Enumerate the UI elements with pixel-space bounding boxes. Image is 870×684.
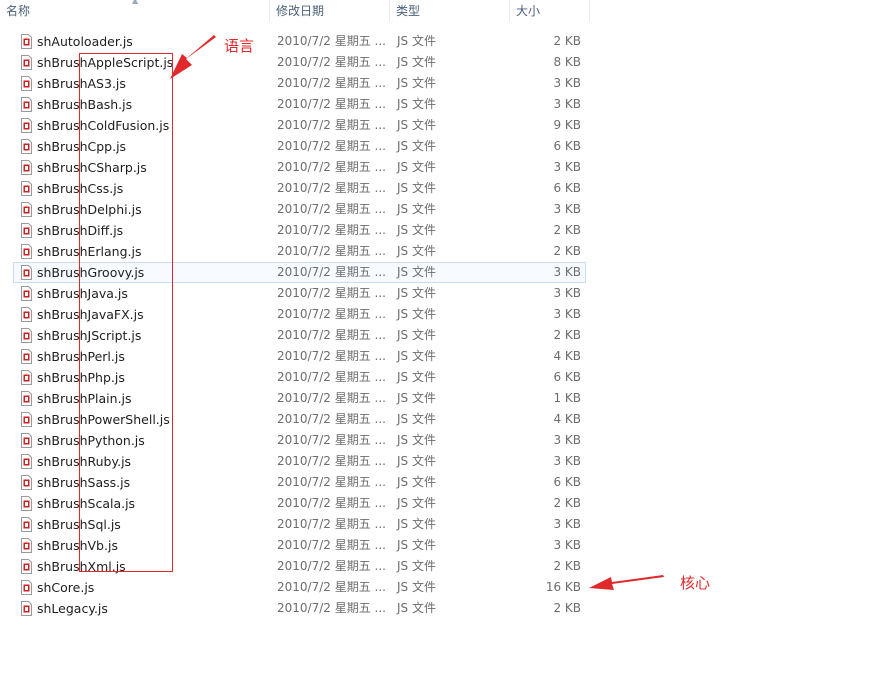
arrow-languages-icon bbox=[170, 35, 216, 79]
annotation-arrows bbox=[170, 35, 664, 590]
arrow-core-icon bbox=[589, 575, 664, 590]
